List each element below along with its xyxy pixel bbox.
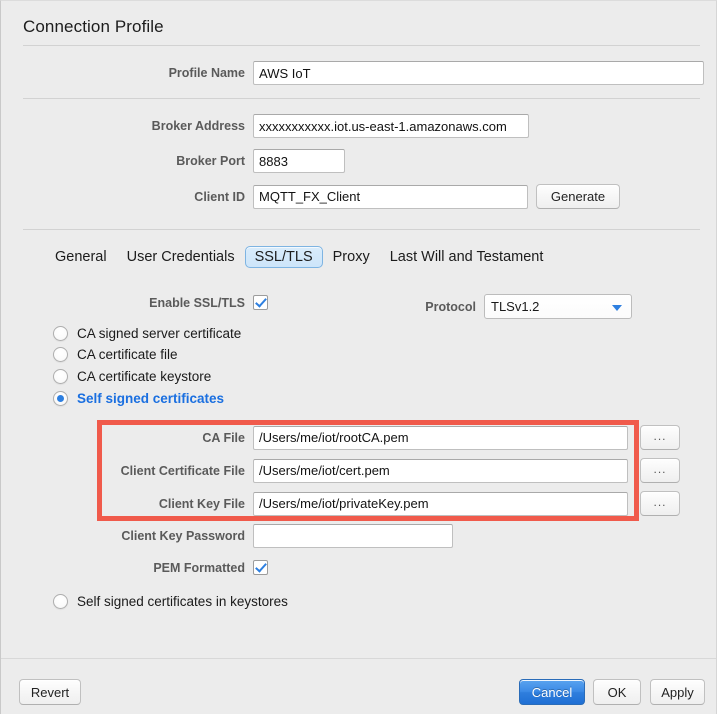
- ca-file-row: CA File /Users/me/iot/rootCA.pem ...: [23, 425, 680, 450]
- client-key-password-input[interactable]: [253, 524, 453, 548]
- client-key-file-label: Client Key File: [158, 496, 245, 511]
- apply-button[interactable]: Apply: [650, 679, 705, 705]
- client-key-password-label: Client Key Password: [121, 529, 245, 543]
- client-key-file-row: Client Key File /Users/me/iot/privateKey…: [23, 491, 680, 516]
- connection-profile-window: Connection Profile Profile Name AWS IoT …: [0, 0, 717, 714]
- radio-icon: [53, 594, 68, 609]
- radio-label: Self signed certificates: [77, 391, 225, 406]
- broker-port-row: Broker Port 8883: [23, 149, 704, 173]
- revert-button[interactable]: Revert: [19, 679, 81, 705]
- generate-client-id-button[interactable]: Generate: [536, 184, 620, 209]
- divider-title: [23, 45, 700, 46]
- profile-name-row: Profile Name AWS IoT: [23, 61, 704, 85]
- tab-last-will-and-testament[interactable]: Last Will and Testament: [380, 246, 554, 268]
- client-certificate-file-browse-button[interactable]: ...: [640, 458, 680, 483]
- radio-label: CA certificate file: [77, 347, 178, 362]
- chevron-down-icon: [612, 304, 622, 311]
- client-id-input[interactable]: MQTT_FX_Client: [253, 184, 528, 209]
- ca-file-browse-button[interactable]: ...: [640, 425, 680, 450]
- radio-label: Self signed certificates in keystores: [77, 594, 288, 609]
- pem-formatted-checkbox[interactable]: [253, 560, 268, 575]
- ca-file-input[interactable]: /Users/me/iot/rootCA.pem: [253, 425, 628, 450]
- radio-self-signed-certificates-in-keystores[interactable]: Self signed certificates in keystores: [53, 594, 288, 609]
- protocol-label: Protocol: [425, 299, 476, 314]
- profile-name-label: Profile Name: [168, 66, 245, 80]
- broker-address-row: Broker Address xxxxxxxxxxx.iot.us-east-1…: [23, 114, 704, 138]
- tab-general[interactable]: General: [45, 246, 117, 268]
- radio-icon: [53, 347, 68, 362]
- radio-icon: [53, 369, 68, 384]
- protocol-select[interactable]: TLSv1.2: [484, 294, 632, 319]
- client-key-file-browse-button[interactable]: ...: [640, 491, 680, 516]
- enable-ssl-row: Enable SSL/TLS: [23, 295, 268, 310]
- radio-label: CA signed server certificate: [77, 326, 242, 341]
- enable-ssl-label: Enable SSL/TLS: [149, 295, 245, 310]
- client-certificate-file-input[interactable]: /Users/me/iot/cert.pem: [253, 458, 628, 483]
- pem-formatted-row: PEM Formatted: [23, 560, 268, 575]
- divider-broker: [23, 229, 700, 230]
- ca-file-label: CA File: [202, 430, 245, 445]
- settings-tabs: General User Credentials SSL/TLS Proxy L…: [45, 246, 553, 268]
- ok-button[interactable]: OK: [593, 679, 641, 705]
- footer-divider: [1, 658, 716, 659]
- broker-port-label: Broker Port: [176, 154, 245, 168]
- cancel-button[interactable]: Cancel: [519, 679, 585, 705]
- radio-label: CA certificate keystore: [77, 369, 212, 384]
- client-certificate-file-label: Client Certificate File: [120, 463, 245, 478]
- radio-ca-certificate-file[interactable]: CA certificate file: [53, 347, 178, 362]
- tab-ssl-tls[interactable]: SSL/TLS: [244, 246, 323, 268]
- page-title: Connection Profile: [23, 17, 164, 36]
- client-id-label: Client ID: [194, 189, 245, 204]
- tab-proxy[interactable]: Proxy: [323, 246, 380, 268]
- client-id-row: Client ID MQTT_FX_Client Generate: [23, 184, 704, 209]
- client-certificate-file-row: Client Certificate File /Users/me/iot/ce…: [23, 458, 680, 483]
- pem-formatted-label: PEM Formatted: [153, 560, 245, 575]
- profile-name-input[interactable]: AWS IoT: [253, 61, 704, 85]
- radio-icon: [53, 326, 68, 341]
- protocol-selected-value: TLSv1.2: [491, 299, 540, 314]
- enable-ssl-checkbox[interactable]: [253, 295, 268, 310]
- broker-address-input[interactable]: xxxxxxxxxxx.iot.us-east-1.amazonaws.com: [253, 114, 529, 138]
- radio-ca-certificate-keystore[interactable]: CA certificate keystore: [53, 369, 211, 384]
- client-key-file-input[interactable]: /Users/me/iot/privateKey.pem: [253, 491, 628, 516]
- radio-self-signed-certificates[interactable]: Self signed certificates: [53, 391, 224, 406]
- client-key-password-row: Client Key Password: [23, 524, 453, 548]
- broker-address-label: Broker Address: [151, 119, 245, 133]
- broker-port-input[interactable]: 8883: [253, 149, 345, 173]
- radio-ca-signed-server-certificate[interactable]: CA signed server certificate: [53, 326, 241, 341]
- tab-user-credentials[interactable]: User Credentials: [117, 246, 245, 268]
- divider-profile: [23, 98, 700, 99]
- radio-icon: [53, 391, 68, 406]
- protocol-row: Protocol TLSv1.2: [421, 294, 632, 319]
